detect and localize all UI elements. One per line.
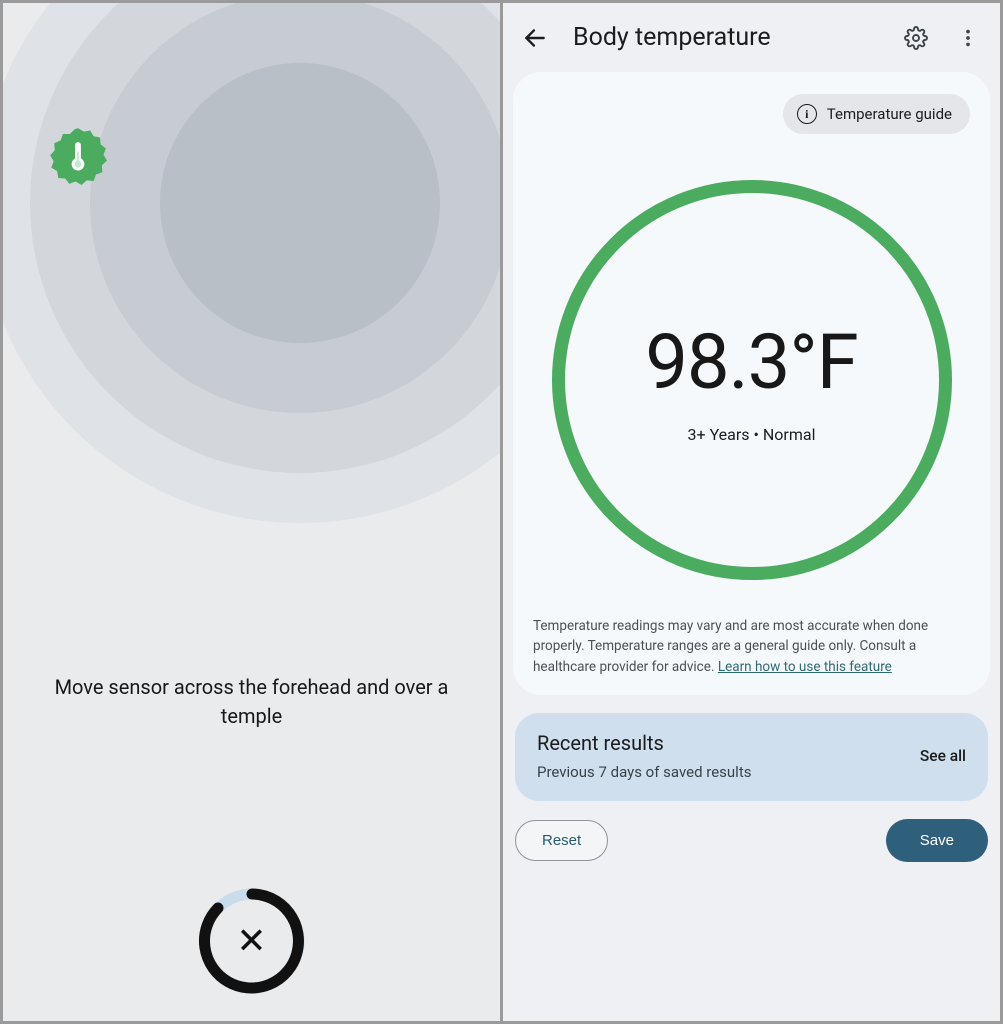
app-bar: Body temperature: [503, 3, 1000, 66]
back-icon[interactable]: [521, 24, 549, 52]
see-all-link[interactable]: See all: [920, 747, 966, 765]
guide-chip-label: Temperature guide: [827, 105, 952, 123]
temperature-subtext: 3+ Years • Normal: [688, 425, 816, 444]
cancel-scan-button[interactable]: ✕: [192, 881, 312, 1001]
reading-card: i Temperature guide 98.3°F 3+ Years • No…: [513, 72, 990, 695]
footer-buttons: Reset Save: [515, 819, 988, 862]
save-button[interactable]: Save: [886, 819, 988, 862]
proximity-ripples: [3, 3, 500, 523]
disclaimer-text: Temperature readings may vary and are mo…: [533, 616, 970, 677]
result-screen: Body temperature i Temperature guide 98.…: [503, 3, 1000, 1021]
recent-title: Recent results: [537, 731, 751, 755]
learn-link[interactable]: Learn how to use this feature: [718, 659, 892, 675]
reset-button[interactable]: Reset: [515, 820, 608, 861]
scan-screen: Move sensor across the forehead and over…: [3, 3, 500, 1021]
reading-ring: 98.3°F 3+ Years • Normal: [552, 180, 952, 580]
more-vert-icon[interactable]: [954, 24, 982, 52]
gear-icon[interactable]: [902, 24, 930, 52]
close-icon: ✕: [236, 923, 266, 959]
scan-instruction-text: Move sensor across the forehead and over…: [3, 673, 500, 731]
thermometer-badge-icon: [49, 127, 107, 185]
page-title: Body temperature: [573, 23, 878, 52]
info-icon: i: [797, 104, 817, 124]
temperature-guide-chip[interactable]: i Temperature guide: [783, 94, 970, 134]
temperature-value: 98.3°F: [645, 317, 858, 407]
recent-subtitle: Previous 7 days of saved results: [537, 763, 751, 781]
recent-results-card[interactable]: Recent results Previous 7 days of saved …: [515, 713, 988, 801]
